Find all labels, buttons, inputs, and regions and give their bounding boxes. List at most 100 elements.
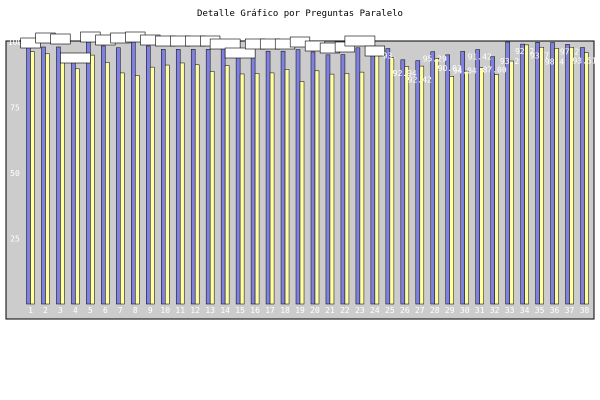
- bar-series-1-cat-29: [445, 54, 450, 305]
- bar-series-2-cat-34: [524, 44, 529, 305]
- y-tick-label: 50: [10, 169, 20, 178]
- bar-series-1-cat-37: [565, 44, 570, 305]
- data-label: 92.77: [63, 54, 87, 63]
- bar-series-2-cat-30: [464, 70, 469, 305]
- bar-series-1-cat-12: [190, 49, 196, 305]
- x-tick-label: 4: [73, 306, 78, 315]
- data-label: 97.2: [560, 47, 579, 56]
- bar-series-2-cat-28: [434, 57, 440, 305]
- bar-series-1-cat-21: [325, 54, 331, 305]
- x-tick-label: 29: [445, 306, 455, 315]
- bar-series-2-cat-8: [135, 75, 140, 305]
- bar-series-1-cat-27: [415, 60, 421, 305]
- x-tick-label: 23: [355, 306, 365, 315]
- bar-series-1-cat-2: [41, 46, 46, 305]
- x-tick-label: 3: [58, 306, 63, 315]
- x-tick-label: 6: [103, 306, 108, 315]
- x-tick-label: 28: [430, 306, 440, 315]
- data-label: 96.67: [213, 40, 237, 49]
- bar-series-1-cat-33: [505, 41, 510, 305]
- x-tick-label: 19: [295, 306, 305, 315]
- data-label: 93.: [383, 52, 397, 61]
- chart-svg: 255075100 1 2 3 4 5 6 7 8 9 10 11 12 13 14 15 16 17 18 19 2…: [5, 31, 597, 320]
- y-tick-label: 100: [8, 38, 23, 47]
- bar-series-2-cat-35: [539, 46, 544, 305]
- bar-series-1-cat-28: [430, 51, 436, 305]
- x-tick-label: 36: [550, 306, 560, 315]
- bar-series-2-cat-20: [314, 70, 320, 305]
- data-label: 94.04: [453, 66, 477, 75]
- bar-series-2-cat-16: [254, 73, 260, 305]
- x-tick-label: 22: [340, 306, 350, 315]
- bar-series-1-cat-19: [295, 49, 301, 305]
- bar-series-2-cat-10: [165, 64, 170, 305]
- data-label: 91.42: [468, 53, 492, 62]
- bar-series-2-cat-6: [105, 62, 110, 305]
- x-tick-label: 24: [370, 306, 380, 315]
- x-tick-label: 2: [43, 306, 48, 315]
- bar-series-2-cat-14: [224, 65, 230, 305]
- x-tick-label: 15: [235, 306, 245, 315]
- bar-series-2-cat-27: [419, 65, 425, 305]
- x-tick-label: 38: [580, 306, 590, 315]
- bar-series-1-cat-8: [131, 41, 136, 305]
- bar-series-1-cat-23: [355, 47, 361, 305]
- bar-series-1-cat-32: [490, 56, 495, 305]
- x-tick-label: 11: [175, 306, 185, 315]
- bar-series-1-cat-26: [400, 59, 406, 305]
- bar-series-2-cat-33: [509, 60, 514, 305]
- data-label: 98.4: [545, 58, 564, 67]
- bar-series-1-cat-4: [71, 54, 76, 305]
- x-tick-label: 8: [133, 306, 138, 315]
- y-tick-label: 25: [10, 235, 20, 244]
- x-tick-label: 5: [88, 306, 93, 315]
- data-label: 95.55: [228, 49, 252, 58]
- x-tick-label: 27: [415, 306, 425, 315]
- x-tick-label: 34: [520, 306, 530, 315]
- bar-series-1-cat-31: [475, 49, 480, 305]
- bar-series-1-cat-15: [235, 50, 241, 305]
- bar-series-2-cat-24: [374, 53, 380, 305]
- bar-series-1-cat-18: [280, 50, 286, 305]
- bar-series-2-cat-17: [269, 72, 275, 305]
- bar-series-1-cat-9: [146, 45, 151, 305]
- bar-series-1-cat-22: [340, 54, 346, 305]
- x-tick-label: 1: [28, 306, 33, 315]
- bar-series-1-cat-30: [460, 51, 465, 305]
- bar-series-1-cat-5: [86, 41, 91, 305]
- x-tick-label: 17: [265, 306, 275, 315]
- x-tick-label: 32: [490, 306, 500, 315]
- bar-series-1-cat-24: [370, 51, 376, 305]
- bar-series-1-cat-17: [265, 50, 271, 305]
- bar-series-2-cat-32: [494, 74, 499, 305]
- x-tick-label: 18: [280, 306, 290, 315]
- bar-series-2-cat-19: [299, 81, 305, 305]
- data-label: 95.29: [423, 55, 447, 64]
- bar-series-2-cat-7: [120, 72, 125, 305]
- bar-series-2-cat-1: [30, 51, 35, 305]
- bar-series-2-cat-26: [404, 66, 410, 305]
- bar-series-2-cat-29: [449, 76, 454, 305]
- x-tick-label: 37: [565, 306, 575, 315]
- bar-series-2-cat-31: [479, 67, 484, 305]
- x-tick-label: 16: [250, 306, 260, 315]
- x-tick-label: 13: [205, 306, 215, 315]
- bar-series-1-cat-36: [550, 42, 555, 305]
- bar-series-2-cat-12: [194, 64, 200, 305]
- bar-series-2-cat-36: [554, 48, 559, 305]
- x-tick-label: 7: [118, 306, 123, 315]
- bar-series-2-cat-5: [90, 54, 95, 305]
- bar-series-2-cat-3: [60, 56, 65, 305]
- bar-series-1-cat-14: [220, 47, 226, 305]
- bar-series-2-cat-9: [150, 66, 155, 305]
- bar-series-2-cat-22: [344, 73, 350, 305]
- data-label: 92.42: [408, 76, 432, 85]
- bar-series-1-cat-6: [101, 45, 106, 305]
- x-tick-label: 25: [385, 306, 395, 315]
- bar-series-2-cat-37: [569, 46, 574, 305]
- bar-series-2-cat-38: [584, 52, 589, 305]
- bar-series-1-cat-35: [535, 42, 540, 305]
- bar-series-1-cat-7: [116, 47, 121, 305]
- bar-series-2-cat-13: [209, 71, 215, 305]
- bar-series-1-cat-25: [385, 48, 391, 305]
